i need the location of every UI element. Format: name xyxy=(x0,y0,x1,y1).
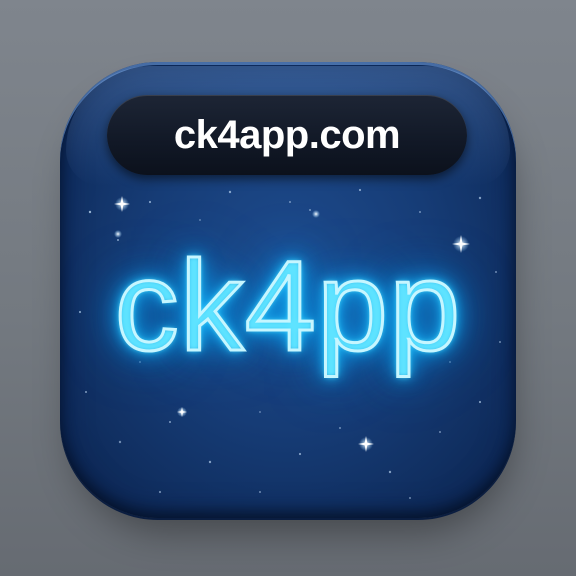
neon-logo: ck4pp xyxy=(60,232,516,382)
sparkle-star-icon xyxy=(358,436,374,452)
sparkle-star-icon xyxy=(114,196,130,212)
domain-badge-label: ck4app.com xyxy=(173,112,401,157)
sparkle-star-icon xyxy=(312,210,320,218)
neon-logo-text: ck4pp xyxy=(113,235,462,378)
sparkle-star-icon xyxy=(177,407,187,417)
domain-badge[interactable]: ck4app.com xyxy=(107,95,467,175)
app-icon[interactable]: ck4app.com ck4pp xyxy=(60,62,516,518)
